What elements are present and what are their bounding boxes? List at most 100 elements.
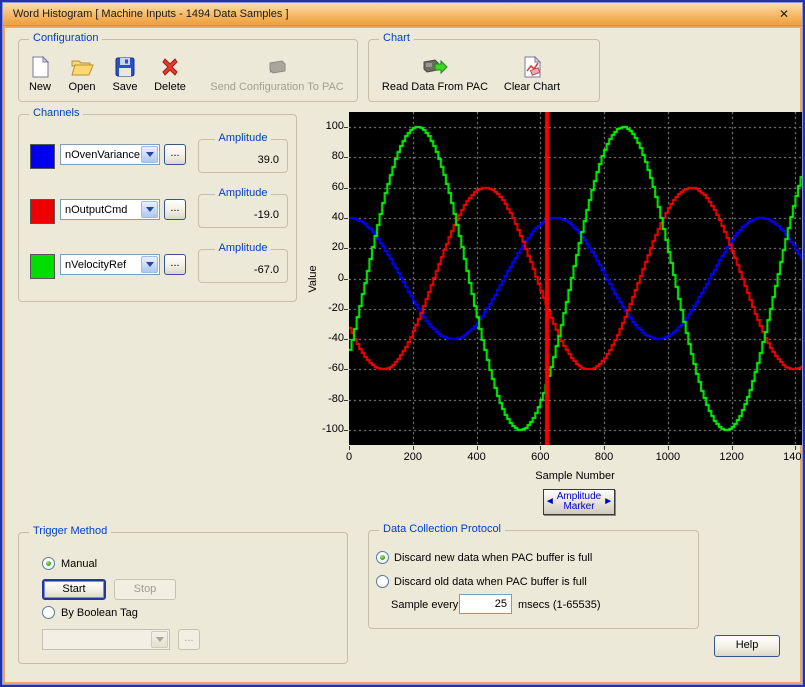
y-tick-mark [344,279,348,280]
chevron-down-icon[interactable] [141,201,158,218]
marker-right-arrow-icon[interactable]: ► [603,497,613,507]
delete-x-icon [148,55,192,79]
window-title: Word Histogram [ Machine Inputs - 1494 D… [13,8,289,20]
channel3-amplitude-label: Amplitude [214,242,272,254]
open-button[interactable]: Open [62,55,102,93]
y-tick-label: 40 [331,210,344,223]
app-window: Word Histogram [ Machine Inputs - 1494 D… [0,0,805,687]
amplitude-marker-button[interactable]: ◄ Amplitude Marker ► [543,489,615,515]
sample-interval-input[interactable] [459,594,512,614]
clear-chart-label: Clear Chart [503,81,561,93]
channel1-tag-value: nOvenVariance [65,148,140,161]
discard-new-radio-label[interactable]: Discard new data when PAC buffer is full [394,552,592,564]
close-icon[interactable]: ✕ [776,6,792,22]
channel2-browse-button[interactable]: ... [164,199,186,220]
y-tick-mark [344,369,348,370]
channel3-tag-value: nVelocityRef [65,258,127,271]
new-button[interactable]: New [18,55,62,93]
boolean-tag-combobox[interactable] [42,629,170,650]
clear-chart-button[interactable]: Clear Chart [498,55,566,93]
manual-radio[interactable] [42,557,55,570]
save-floppy-icon [105,55,145,79]
sample-every-label: Sample every [391,599,459,611]
help-button[interactable]: Help [714,635,780,657]
discard-old-radio[interactable] [376,575,389,588]
x-tick-mark [349,446,350,450]
chevron-down-icon [151,631,168,648]
delete-button[interactable]: Delete [148,55,192,93]
x-tick-mark [732,446,733,450]
x-tick-label: 200 [403,451,422,463]
discard-new-radio[interactable] [376,551,389,564]
channel3-color-swatch [30,254,55,279]
y-tick-mark [344,309,348,310]
send-configuration-label: Send Configuration To PAC [210,81,344,93]
channels-group-label: Channels [29,107,84,119]
chart-tools-group-label: Chart [379,32,414,44]
discard-old-radio-label[interactable]: Discard old data when PAC buffer is full [394,576,587,588]
channel2-tag-value: nOutputCmd [65,203,128,216]
read-data-pac-icon [380,55,490,79]
y-tick-mark [344,157,348,158]
boolean-tag-radio[interactable] [42,606,55,619]
y-tick-label: 20 [331,241,344,254]
x-axis-title: Sample Number [535,470,615,482]
channel1-color-swatch [30,144,55,169]
new-document-icon [18,55,62,79]
configuration-group-label: Configuration [29,32,103,44]
save-button-label: Save [112,81,138,93]
marker-left-arrow-icon[interactable]: ◄ [545,497,555,507]
y-tick-mark [344,218,348,219]
channel1-amplitude-box: Amplitude 39.0 [198,132,288,173]
x-tick-label: 1400 [783,451,803,463]
y-tick-mark [344,339,348,340]
save-button[interactable]: Save [105,55,145,93]
x-tick-label: 1000 [655,451,681,463]
x-tick-mark [540,446,541,450]
read-data-label: Read Data From PAC [381,81,489,93]
y-tick-label: -100 [321,422,344,435]
channel3-tag-combobox[interactable]: nVelocityRef [60,254,160,275]
chevron-down-icon[interactable] [141,256,158,273]
channel1-browse-button[interactable]: ... [164,144,186,165]
manual-radio-label[interactable]: Manual [61,558,97,570]
open-button-label: Open [68,81,96,93]
y-tick-label: -60 [328,362,344,375]
clear-chart-icon [498,55,566,79]
start-button[interactable]: Start [42,579,106,600]
y-tick-label: -20 [328,301,344,314]
stop-button[interactable]: Stop [114,579,176,600]
y-tick-label: 0 [337,271,344,284]
chevron-down-icon[interactable] [141,146,158,163]
x-tick-mark [604,446,605,450]
title-bar: Word Histogram [ Machine Inputs - 1494 D… [3,3,802,26]
read-data-button[interactable]: Read Data From PAC [380,55,490,93]
data-collection-group-label: Data Collection Protocol [379,523,506,535]
x-tick-mark [413,446,414,450]
x-tick-label: 0 [345,451,353,463]
x-tick-label: 1200 [719,451,744,463]
y-tick-label: 80 [331,150,344,163]
x-tick-label: 800 [594,451,614,463]
channel3-amplitude-box: Amplitude -67.0 [198,242,288,283]
channel2-tag-combobox[interactable]: nOutputCmd [60,199,160,220]
y-tick-mark [344,248,348,249]
amplitude-marker-label: Amplitude Marker [556,491,602,512]
y-tick-label: 60 [331,180,344,193]
channel2-amplitude-box: Amplitude -19.0 [198,187,288,228]
x-tick-label: 600 [531,451,550,463]
boolean-tag-radio-label[interactable]: By Boolean Tag [61,607,138,619]
channel2-color-swatch [30,199,55,224]
y-tick-label: 100 [325,120,344,133]
channel2-amplitude-label: Amplitude [214,187,272,199]
send-configuration-button[interactable]: Send Configuration To PAC [202,55,352,93]
y-tick-mark [344,127,348,128]
x-tick-label: 400 [467,451,486,463]
channel3-browse-button[interactable]: ... [164,254,186,275]
boolean-tag-browse-button[interactable]: ... [178,629,200,650]
y-tick-mark [344,430,348,431]
waveform-chart[interactable] [349,112,803,445]
channel2-amplitude-value: -19.0 [253,209,279,221]
channel1-tag-combobox[interactable]: nOvenVariance [60,144,160,165]
msecs-range-label: msecs (1-65535) [518,599,601,611]
